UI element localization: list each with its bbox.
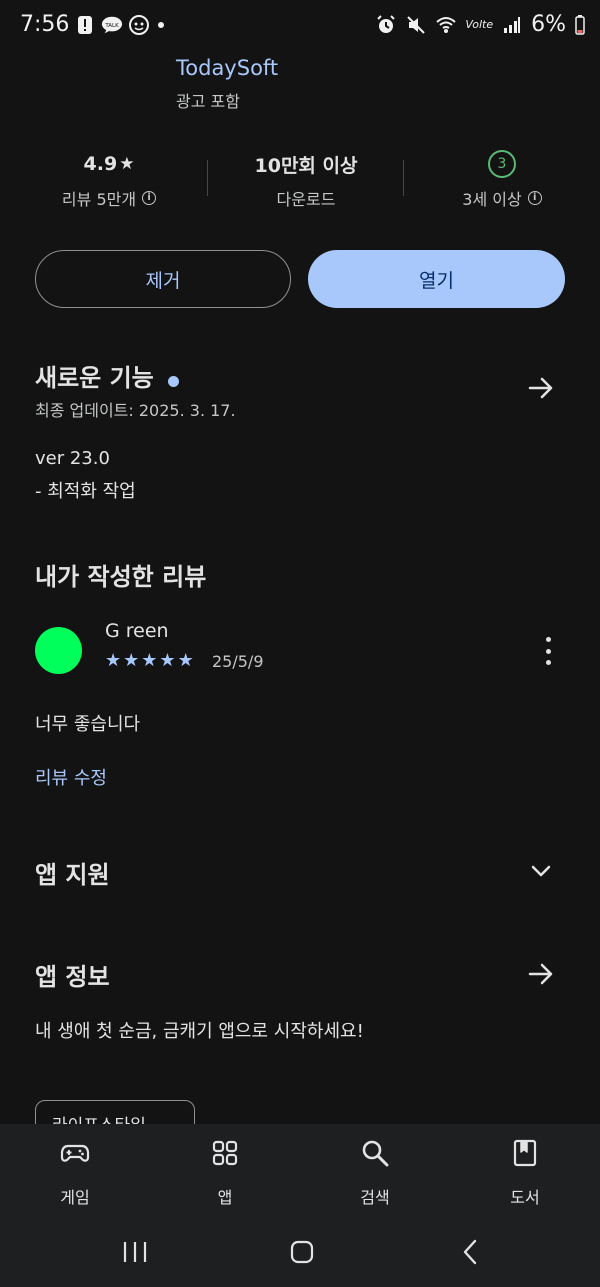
- battery-percent: 6%: [531, 12, 566, 37]
- edit-review-link[interactable]: 리뷰 수정: [35, 764, 107, 790]
- star-icon: ★: [141, 650, 158, 671]
- star-icon: ★: [119, 154, 135, 174]
- nav-apps[interactable]: 앱: [165, 1138, 285, 1208]
- new-indicator-dot: [167, 376, 179, 387]
- rating-value: 4.9: [83, 153, 118, 175]
- back-icon: [463, 1239, 477, 1265]
- status-time: 7:56: [20, 12, 70, 37]
- recent-apps-icon: [123, 1242, 147, 1262]
- info-icon: i: [142, 191, 157, 205]
- downloads-stat: 10만회 이상 다운로드: [211, 150, 401, 210]
- release-notes: - 최적화 작업: [35, 481, 136, 502]
- mute-icon: [405, 14, 427, 36]
- my-review-title: 내가 작성한 리뷰: [35, 563, 207, 591]
- uninstall-button[interactable]: 제거: [35, 250, 291, 308]
- status-bar: 7:56 TALK Volte 6%: [0, 0, 600, 54]
- home-button[interactable]: [272, 1230, 332, 1274]
- gamepad-icon: [60, 1144, 90, 1162]
- avatar: [35, 627, 82, 674]
- review-date: 25/5/9: [212, 652, 264, 671]
- bottom-navigation: 게임 앱 검색 도서: [0, 1124, 600, 1287]
- arrow-right-icon[interactable]: [526, 373, 556, 403]
- more-options-icon[interactable]: [538, 637, 558, 665]
- app-support-title[interactable]: 앱 지원: [35, 855, 110, 890]
- review-stars: ★ ★ ★ ★ ★: [105, 650, 194, 671]
- talk-icon: TALK: [101, 14, 123, 36]
- nav-label: 앱: [217, 1188, 233, 1207]
- star-icon: ★: [159, 650, 176, 671]
- dot-icon: [155, 14, 167, 36]
- whats-new-header[interactable]: 새로운 기능: [35, 358, 179, 393]
- rating-stat[interactable]: 4.9 ★ 리뷰 5만개 i: [14, 150, 204, 210]
- downloads-value: 10만회 이상: [254, 154, 358, 177]
- home-icon: [290, 1240, 314, 1264]
- volte-icon: Volte: [465, 18, 494, 31]
- wifi-icon: [435, 14, 457, 36]
- info-icon: i: [527, 191, 542, 205]
- rating-label: 리뷰 5만개: [61, 190, 137, 209]
- recent-apps-button[interactable]: [105, 1230, 165, 1274]
- star-icon: ★: [177, 650, 194, 671]
- apps-grid-icon: [212, 1140, 238, 1166]
- star-icon: ★: [123, 650, 140, 671]
- battery-icon: [574, 14, 586, 36]
- downloads-label: 다운로드: [276, 190, 336, 209]
- search-icon: [362, 1140, 389, 1167]
- rating-label-row: 리뷰 5만개 i: [14, 186, 204, 210]
- developer-name[interactable]: TodaySoft: [176, 56, 278, 80]
- nav-search[interactable]: 검색: [315, 1138, 435, 1208]
- chevron-down-icon[interactable]: [528, 858, 554, 888]
- status-right-icons: Volte 6%: [375, 12, 586, 37]
- reviewer-name: G reen: [105, 620, 169, 642]
- app-info-title[interactable]: 앱 정보: [35, 957, 110, 992]
- nav-games[interactable]: 게임: [15, 1138, 135, 1208]
- version-text: ver 23.0: [35, 448, 110, 469]
- alert-icon: [74, 14, 96, 36]
- review-text: 너무 좋습니다: [35, 714, 141, 735]
- stat-divider: [207, 160, 208, 196]
- nav-label: 검색: [360, 1188, 390, 1207]
- chat-icon: [128, 14, 150, 36]
- alarm-icon: [375, 14, 397, 36]
- svg-text:TALK: TALK: [104, 23, 119, 29]
- star-icon: ★: [105, 650, 122, 671]
- rating-value-row: 4.9 ★: [14, 150, 204, 178]
- last-updated: 최종 업데이트: 2025. 3. 17.: [35, 401, 236, 420]
- book-icon: [513, 1139, 537, 1167]
- nav-label: 도서: [510, 1188, 540, 1207]
- age-rating-stat[interactable]: 3 3세 이상 i: [407, 150, 597, 210]
- app-description: 내 생애 첫 순금, 금캐기 앱으로 시작하세요!: [35, 1021, 364, 1042]
- status-left-icons: TALK: [74, 14, 167, 36]
- arrow-right-icon[interactable]: [526, 959, 556, 989]
- nav-books[interactable]: 도서: [465, 1138, 585, 1208]
- age-rating-label: 3세 이상: [462, 190, 522, 209]
- contains-ads-label: 광고 포함: [176, 92, 240, 111]
- back-button[interactable]: [441, 1230, 501, 1274]
- age-rating-badge: 3: [488, 150, 516, 178]
- open-button[interactable]: 열기: [308, 250, 565, 308]
- whats-new-title: 새로운 기능: [35, 364, 154, 392]
- nav-label: 게임: [60, 1188, 90, 1207]
- stat-divider: [403, 160, 404, 196]
- signal-icon: [501, 14, 523, 36]
